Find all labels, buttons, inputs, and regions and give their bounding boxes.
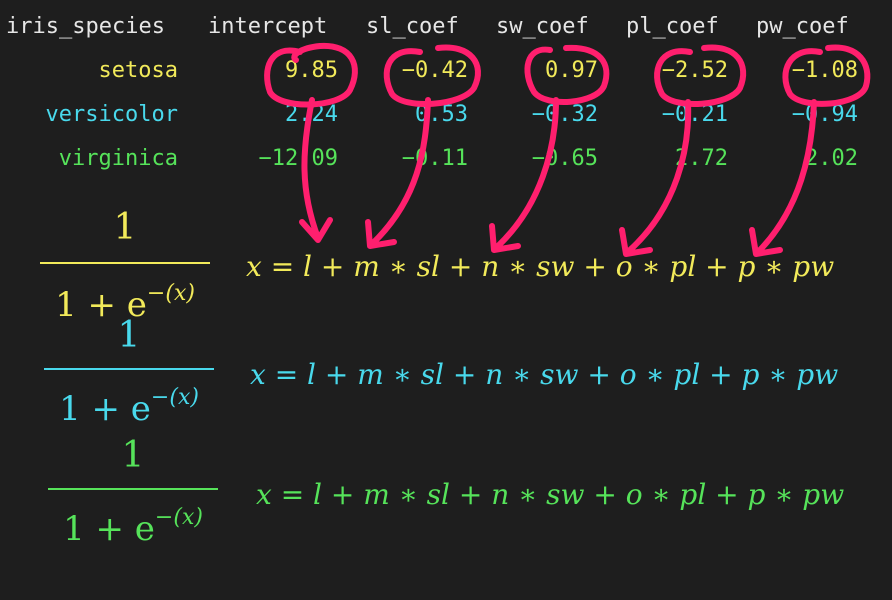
- versicolor-intercept: 2.24: [285, 102, 338, 127]
- fraction-bar: [40, 262, 210, 264]
- header-iris-species: iris_species: [6, 14, 165, 39]
- row-virginica-species: virginica: [58, 146, 178, 171]
- setosa-sw-coef: 0.97: [545, 58, 598, 83]
- setosa-sl-coef: −0.42: [401, 58, 468, 83]
- denominator-exponent: −(x): [154, 505, 203, 530]
- header-sw-coef: sw_coef: [496, 14, 589, 39]
- fraction-bar: [44, 368, 214, 370]
- fraction-bar: [48, 488, 218, 490]
- versicolor-sw-coef: −0.32: [531, 102, 598, 127]
- setosa-pl-coef: −2.52: [661, 58, 728, 83]
- denominator-base: 1 + e: [59, 389, 151, 429]
- versicolor-pw-coef: −0.94: [791, 102, 858, 127]
- virginica-pw-coef: 2.02: [805, 146, 858, 171]
- denominator-base: 1 + e: [63, 509, 155, 549]
- header-pl-coef: pl_coef: [626, 14, 719, 39]
- denominator-exponent: −(x): [146, 281, 195, 306]
- setosa-intercept: 9.85: [285, 58, 338, 83]
- fraction-numerator: 1: [113, 207, 137, 248]
- denominator-exponent: −(x): [150, 385, 199, 410]
- virginica-intercept: −12.09: [258, 146, 338, 171]
- setosa-pw-coef: −1.08: [791, 58, 858, 83]
- linear-equation: x = l + m ∗ sl + n ∗ sw + o ∗ pl + p ∗ p…: [250, 358, 839, 391]
- fraction-denominator: 1 + e−(x): [48, 498, 218, 549]
- virginica-sl-coef: −0.11: [401, 146, 468, 171]
- linear-equation: x = l + m ∗ sl + n ∗ sw + o ∗ pl + p ∗ p…: [256, 478, 845, 511]
- header-intercept: intercept: [208, 14, 328, 39]
- virginica-sw-coef: −0.65: [531, 146, 598, 171]
- fraction-numerator: 1: [121, 435, 145, 476]
- fraction-denominator: 1 + e−(x): [44, 378, 214, 429]
- header-pw-coef: pw_coef: [756, 14, 849, 39]
- fraction-numerator: 1: [117, 315, 141, 356]
- versicolor-sl-coef: 0.53: [415, 102, 468, 127]
- header-sl-coef: sl_coef: [366, 14, 459, 39]
- row-versicolor-species: versicolor: [45, 102, 178, 127]
- linear-equation: x = l + m ∗ sl + n ∗ sw + o ∗ pl + p ∗ p…: [246, 250, 835, 283]
- row-setosa-species: setosa: [98, 58, 178, 83]
- virginica-pl-coef: 2.72: [675, 146, 728, 171]
- versicolor-pl-coef: −0.21: [661, 102, 728, 127]
